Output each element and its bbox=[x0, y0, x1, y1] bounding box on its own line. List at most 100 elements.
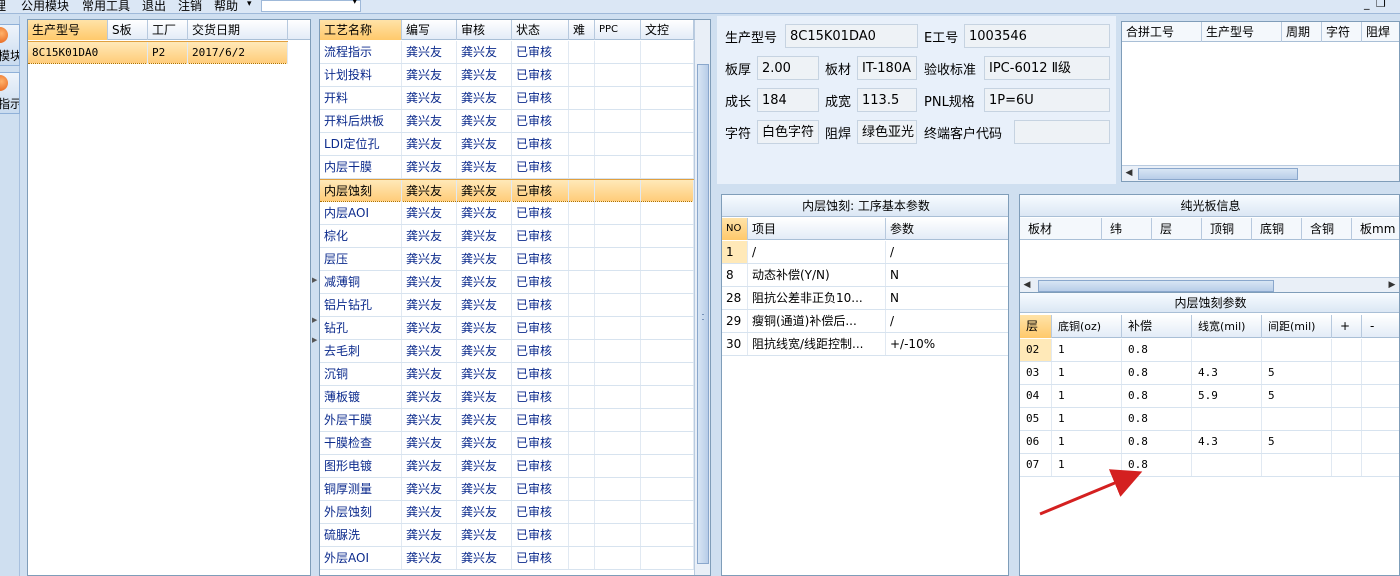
table-row[interactable]: 外层蚀刻 龚兴友 龚兴友 已审核 bbox=[320, 501, 694, 524]
col-header-mask[interactable]: 阻焊 bbox=[1362, 22, 1399, 42]
table-row[interactable]: 流程指示 龚兴友 龚兴友 已审核 bbox=[320, 41, 694, 64]
scroll-thumb[interactable] bbox=[1138, 168, 1298, 180]
table-row[interactable]: 减薄铜 龚兴友 龚兴友 已审核 bbox=[320, 271, 694, 294]
table-row[interactable]: 硫脲洗 龚兴友 龚兴友 已审核 bbox=[320, 524, 694, 547]
col-header-factory[interactable]: 工厂 bbox=[148, 20, 188, 40]
menu-item-1[interactable]: 理 bbox=[0, 0, 6, 13]
col-header-compensation[interactable]: 补偿 bbox=[1122, 315, 1192, 338]
table-row[interactable]: 薄板镀 龚兴友 龚兴友 已审核 bbox=[320, 386, 694, 409]
help-dropdown-icon[interactable]: ▾ bbox=[247, 0, 252, 9]
table-row[interactable]: 开料后烘板 龚兴友 龚兴友 已审核 bbox=[320, 110, 694, 133]
table-row[interactable]: 铝片钻孔 龚兴友 龚兴友 已审核 bbox=[320, 294, 694, 317]
process-list-scrollbar[interactable] bbox=[694, 20, 710, 575]
menu-combo-box[interactable]: ▾ bbox=[261, 0, 361, 12]
col-header-line-width[interactable]: 线宽(mil) bbox=[1192, 315, 1262, 338]
table-row[interactable]: 沉铜 龚兴友 龚兴友 已审核 bbox=[320, 363, 694, 386]
field-standard[interactable]: IPC-6012 Ⅱ级 bbox=[984, 56, 1110, 80]
scroll-thumb[interactable] bbox=[1038, 280, 1274, 292]
col-header-combine-no[interactable]: 合拼工号 bbox=[1122, 22, 1202, 42]
col-header-combine-model[interactable]: 生产型号 bbox=[1202, 22, 1282, 42]
col-header-writer[interactable]: 编写 bbox=[402, 20, 457, 40]
table-row[interactable]: 图形电镀 龚兴友 龚兴友 已审核 bbox=[320, 455, 694, 478]
table-row[interactable]: 8C15K01DA0 P2 2017/6/2 bbox=[28, 41, 288, 64]
table-row[interactable]: 外层干膜 龚兴友 龚兴友 已审核 bbox=[320, 409, 694, 432]
table-row[interactable]: 干膜检查 龚兴友 龚兴友 已审核 bbox=[320, 432, 694, 455]
col-header-model[interactable]: 生产型号 bbox=[28, 20, 108, 40]
remove-column-button[interactable]: - bbox=[1362, 315, 1399, 338]
col-header-item[interactable]: 项目 bbox=[748, 218, 886, 240]
restore-icon[interactable]: ❐ bbox=[1376, 0, 1386, 10]
table-row[interactable]: 04 1 0.8 5.9 5 bbox=[1020, 385, 1399, 408]
launcher-button-instructions[interactable]: 指示 bbox=[0, 72, 20, 114]
table-row[interactable]: 棕化 龚兴友 龚兴友 已审核 bbox=[320, 225, 694, 248]
launcher-button-modules[interactable]: 模块 bbox=[0, 24, 20, 66]
field-e-no[interactable]: 1003546 bbox=[964, 24, 1110, 48]
table-row[interactable]: 内层干膜 龚兴友 龚兴友 已审核 bbox=[320, 156, 694, 179]
col-header-weft[interactable]: 纬 bbox=[1102, 218, 1152, 240]
col-header-status[interactable]: 状态 bbox=[512, 20, 569, 40]
field-mask[interactable]: 绿色亚光 bbox=[857, 120, 917, 144]
col-header-with-cu[interactable]: 含铜 bbox=[1302, 218, 1352, 240]
col-header-process-name[interactable]: 工艺名称 bbox=[320, 20, 402, 40]
table-row[interactable]: 去毛刺 龚兴友 龚兴友 已审核 bbox=[320, 340, 694, 363]
field-legend[interactable]: 白色字符 bbox=[757, 120, 819, 144]
table-row[interactable]: 内层蚀刻 龚兴友 龚兴友 已审核 bbox=[320, 179, 694, 202]
menu-item-common-tools[interactable]: 常用工具 bbox=[82, 0, 130, 13]
table-row[interactable]: 02 1 0.8 bbox=[1020, 339, 1399, 362]
menu-item-help[interactable]: 帮助 bbox=[214, 0, 238, 13]
col-header-board-material[interactable]: 板材 bbox=[1020, 218, 1102, 240]
col-header-layer[interactable]: 层 bbox=[1152, 218, 1202, 240]
field-width[interactable]: 113.5 bbox=[857, 88, 917, 112]
table-row[interactable]: LDI定位孔 龚兴友 龚兴友 已审核 bbox=[320, 133, 694, 156]
menu-item-logout[interactable]: 注销 bbox=[178, 0, 202, 13]
table-row[interactable]: 07 1 0.8 bbox=[1020, 454, 1399, 477]
table-row[interactable]: 30 阻抗线宽/线距控制... +/-10% bbox=[722, 333, 1008, 356]
col-header-board-mm[interactable]: 板mm bbox=[1352, 218, 1399, 240]
field-thickness[interactable]: 2.00 bbox=[757, 56, 819, 80]
col-header-base-cu[interactable]: 底铜(oz) bbox=[1052, 315, 1122, 338]
table-row[interactable]: 外层AOI 龚兴友 龚兴友 已审核 bbox=[320, 547, 694, 570]
col-header-difficulty[interactable]: 难 bbox=[569, 20, 595, 40]
field-customer-code[interactable] bbox=[1014, 120, 1110, 144]
col-header-ppc[interactable]: PPC bbox=[595, 20, 641, 40]
table-row[interactable]: 内层AOI 龚兴友 龚兴友 已审核 bbox=[320, 202, 694, 225]
col-header-no[interactable]: NO bbox=[722, 218, 748, 240]
table-row[interactable]: 开料 龚兴友 龚兴友 已审核 bbox=[320, 87, 694, 110]
col-header-doc-control[interactable]: 文控 bbox=[641, 20, 694, 40]
table-row[interactable]: 钻孔 龚兴友 龚兴友 已审核 bbox=[320, 317, 694, 340]
field-model[interactable]: 8C15K01DA0 bbox=[785, 24, 918, 48]
col-header-top-cu[interactable]: 顶铜 bbox=[1202, 218, 1252, 240]
table-row[interactable]: 8 动态补偿(Y/N) N bbox=[722, 264, 1008, 287]
splitter-left[interactable]: ▶ ▶ ▶ bbox=[311, 16, 319, 576]
table-row[interactable]: 29 瘦铜(通道)补偿后... / bbox=[722, 310, 1008, 333]
table-row[interactable]: 03 1 0.8 4.3 5 bbox=[1020, 362, 1399, 385]
col-header-legend[interactable]: 字符 bbox=[1322, 22, 1362, 42]
chevron-down-icon[interactable]: ▾ bbox=[352, 0, 357, 7]
col-header-param[interactable]: 参数 bbox=[886, 218, 1008, 240]
col-header-reviewer[interactable]: 审核 bbox=[457, 20, 512, 40]
menu-item-exit[interactable]: 退出 bbox=[142, 0, 166, 13]
table-row[interactable]: 层压 龚兴友 龚兴友 已审核 bbox=[320, 248, 694, 271]
add-column-button[interactable]: + bbox=[1332, 315, 1362, 338]
scroll-thumb[interactable] bbox=[697, 64, 709, 564]
combine-grid-hscroll[interactable]: ◀ bbox=[1122, 165, 1399, 181]
col-header-delivery[interactable]: 交货日期 bbox=[188, 20, 288, 40]
table-row[interactable]: 05 1 0.8 bbox=[1020, 408, 1399, 431]
table-row[interactable]: 06 1 0.8 4.3 5 bbox=[1020, 431, 1399, 454]
menu-item-common-modules[interactable]: 公用模块 bbox=[21, 0, 69, 13]
scroll-left-icon[interactable]: ◀ bbox=[1122, 166, 1136, 181]
col-header-bottom-cu[interactable]: 底铜 bbox=[1252, 218, 1302, 240]
col-header-s-board[interactable]: S板 bbox=[108, 20, 148, 40]
table-row[interactable]: 28 阻抗公差非正负10... N bbox=[722, 287, 1008, 310]
minimize-icon[interactable]: _ bbox=[1364, 0, 1370, 10]
table-row[interactable]: 铜厚测量 龚兴友 龚兴友 已审核 bbox=[320, 478, 694, 501]
table-row[interactable]: 1// bbox=[722, 241, 1008, 264]
table-row[interactable]: 计划投料 龚兴友 龚兴友 已审核 bbox=[320, 64, 694, 87]
col-header-spacing[interactable]: 间距(mil) bbox=[1262, 315, 1332, 338]
field-length[interactable]: 184 bbox=[757, 88, 819, 112]
field-pnl[interactable]: 1P=6U bbox=[984, 88, 1110, 112]
field-material[interactable]: IT-180A bbox=[857, 56, 917, 80]
col-header-etch-layer[interactable]: 层 bbox=[1020, 315, 1052, 338]
splitter-right[interactable] bbox=[1010, 186, 1018, 576]
col-header-cycle[interactable]: 周期 bbox=[1282, 22, 1322, 42]
